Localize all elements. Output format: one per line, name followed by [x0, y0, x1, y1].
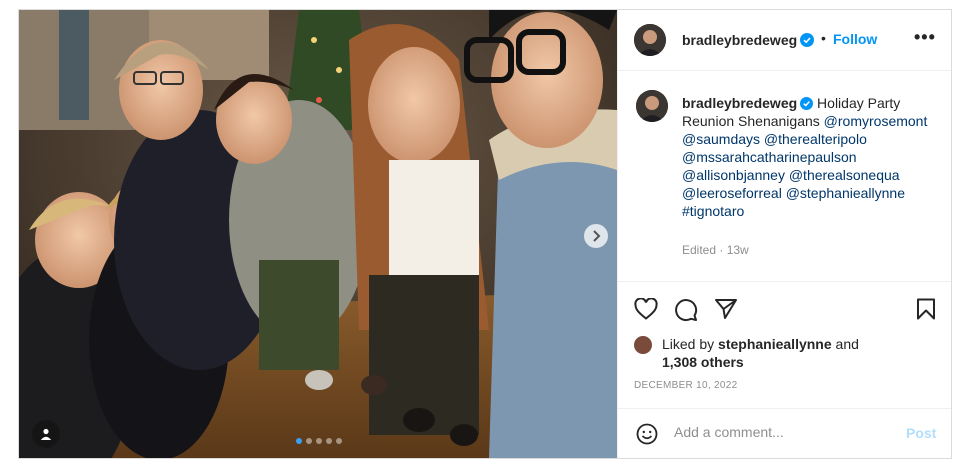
avatar-image — [636, 90, 668, 122]
likes-text: Liked by stephanieallynne and 1,308 othe… — [662, 335, 932, 371]
mention-link[interactable]: @therealsonequa — [789, 167, 900, 183]
like-button[interactable] — [634, 297, 658, 325]
caption-text: bradleybredeweg Holiday Party Reunion Sh… — [682, 94, 942, 220]
post-date: DECEMBER 10, 2022 — [634, 380, 738, 391]
share-button[interactable] — [714, 298, 738, 325]
carousel-dot — [326, 438, 332, 444]
comment-button[interactable] — [674, 298, 698, 327]
instagram-post-card: bradleybredeweg • Follow ••• bradleybred… — [18, 9, 952, 459]
mention-link[interactable]: @romyrosemont — [824, 113, 928, 129]
mention-link[interactable]: @mssarahcatharinepaulson — [682, 149, 857, 165]
carousel-dot — [336, 438, 342, 444]
edited-timestamp: Edited · 13w — [682, 243, 749, 257]
author-avatar[interactable] — [634, 24, 666, 56]
follow-button[interactable]: Follow — [833, 31, 877, 47]
mention-link[interactable]: @therealteripolo — [764, 131, 867, 147]
more-options-icon[interactable]: ••• — [914, 28, 936, 46]
hashtag-link[interactable]: #tignotaro — [682, 203, 744, 219]
carousel-indicator — [296, 438, 342, 444]
header-separator: • — [821, 30, 826, 46]
mention-link[interactable]: @stephanieallynne — [786, 185, 905, 201]
mention-link[interactable]: @allisonbjanney — [682, 167, 785, 183]
carousel-dot-active — [296, 438, 302, 444]
likes-joiner: and — [835, 336, 859, 352]
group-selfie-photo — [19, 10, 617, 458]
heart-icon — [634, 297, 658, 320]
author-username[interactable]: bradleybredeweg — [682, 32, 815, 48]
next-slide-button[interactable] — [584, 224, 608, 248]
chevron-right-icon — [593, 230, 601, 242]
post-comment-button[interactable]: Post — [906, 425, 936, 441]
carousel-dot — [306, 438, 312, 444]
action-bar — [618, 281, 951, 322]
comment-bar: Post — [618, 408, 951, 459]
comment-icon — [675, 299, 698, 322]
mention-link[interactable]: @leeroseforreal — [682, 185, 782, 201]
verified-badge-icon — [800, 33, 815, 47]
caption-author-avatar[interactable] — [636, 90, 668, 122]
post-side-panel: bradleybredeweg • Follow ••• bradleybred… — [617, 10, 951, 458]
verified-badge-icon — [800, 97, 814, 110]
comment-input[interactable] — [674, 424, 884, 440]
avatar-image — [634, 24, 666, 56]
post-header: bradleybredeweg • Follow ••• — [618, 10, 951, 71]
likes-count-link[interactable]: 1,308 others — [662, 354, 744, 370]
liker-avatar[interactable] — [634, 336, 652, 354]
emoji-button[interactable] — [636, 423, 658, 450]
bookmark-icon — [917, 298, 935, 320]
mention-link[interactable]: @saumdays — [682, 131, 760, 147]
likes-prefix: Liked by — [662, 336, 715, 352]
save-button[interactable] — [916, 298, 936, 325]
paper-plane-icon — [715, 299, 737, 319]
smiley-icon — [636, 423, 658, 445]
post-photo[interactable] — [19, 10, 617, 458]
tagged-users-button[interactable] — [32, 420, 60, 448]
liker-username[interactable]: stephanieallynne — [718, 336, 832, 352]
caption-username[interactable]: bradleybredeweg — [682, 95, 797, 111]
user-icon — [40, 428, 52, 440]
carousel-dot — [316, 438, 322, 444]
